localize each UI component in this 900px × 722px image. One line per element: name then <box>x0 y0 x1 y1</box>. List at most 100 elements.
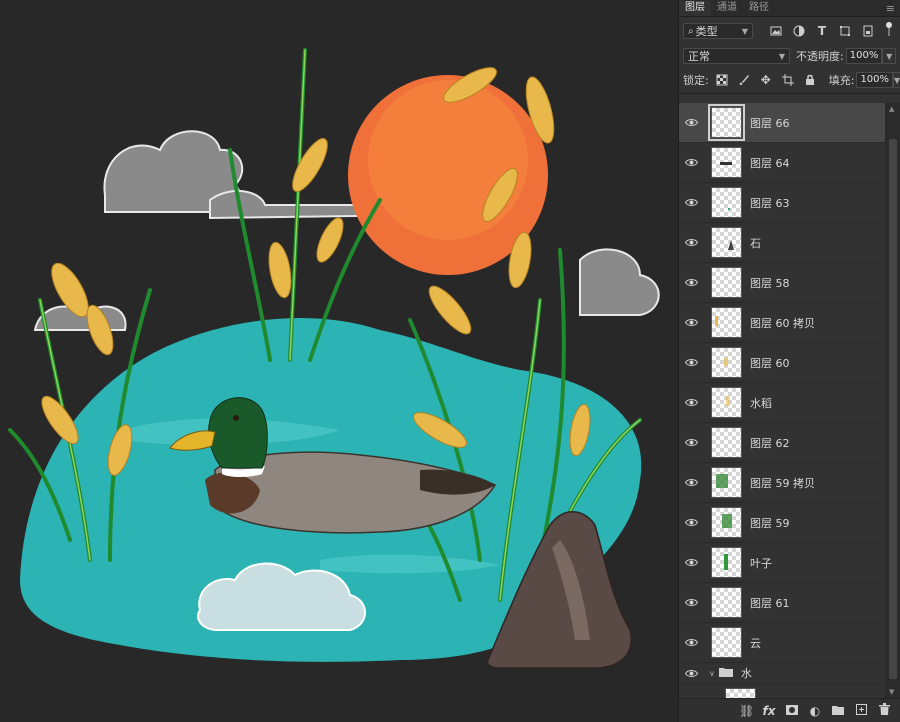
opacity-chevron-icon[interactable]: ▼ <box>882 48 896 64</box>
fill-label: 填充: <box>828 74 855 87</box>
eye-icon[interactable] <box>679 158 703 167</box>
text-filter-icon[interactable]: T <box>813 22 831 40</box>
layer-name: 图层 61 <box>750 596 790 610</box>
layer-row[interactable]: 图层 64 <box>679 143 885 183</box>
layer-group-row[interactable]: ∨ 水 <box>679 663 885 684</box>
layer-thumbnail <box>711 467 742 498</box>
scrollbar-thumb[interactable] <box>889 139 897 679</box>
eye-icon[interactable] <box>679 669 703 678</box>
blend-mode-select[interactable]: 正常 ▼ <box>683 48 791 64</box>
filter-toggle[interactable] <box>886 22 892 36</box>
layers-bottom-toolbar: ⛓ fx ◐ <box>679 698 900 722</box>
fx-icon[interactable]: fx <box>762 704 776 718</box>
eye-icon[interactable] <box>679 638 703 647</box>
lock-pixels-icon[interactable] <box>713 71 731 89</box>
layer-row[interactable]: 图层 61 <box>679 583 885 623</box>
layer-name: 图层 59 <box>750 516 790 530</box>
layer-name: 图层 62 <box>750 436 790 450</box>
tab-paths[interactable]: 路径 <box>743 1 775 16</box>
eye-icon[interactable] <box>679 438 703 447</box>
layer-thumbnail <box>711 547 742 578</box>
layer-name: 水稻 <box>750 396 772 410</box>
adjustment-icon[interactable]: ◐ <box>808 704 822 718</box>
lock-row: 锁定: ✥ 填充: 100% ▼ <box>679 67 900 94</box>
chevron-down-icon: ▼ <box>741 26 748 36</box>
layers-scrollbar[interactable]: ▲ ▼ <box>885 103 900 698</box>
fill-chevron-icon[interactable]: ▼ <box>893 72 900 88</box>
layer-name: 云 <box>750 636 761 650</box>
layer-name: 图层 64 <box>750 156 790 170</box>
layer-thumbnail <box>708 104 745 141</box>
lock-all-icon[interactable] <box>801 71 819 89</box>
eye-icon[interactable] <box>679 558 703 567</box>
layer-name: 叶子 <box>750 556 772 570</box>
layer-thumbnail <box>711 147 742 178</box>
layer-thumbnail <box>711 507 742 538</box>
layer-row[interactable]: 图层 59 <box>679 503 885 543</box>
layer-row[interactable]: 图层 59 拷贝 <box>679 463 885 503</box>
layer-row[interactable]: 叶子 <box>679 543 885 583</box>
eye-icon[interactable] <box>679 478 703 487</box>
layers-list: 图层 66 图层 64 图层 63 石图层 58 图层 60 拷贝图层 60 水稻图层 6… <box>679 103 885 698</box>
folder-icon[interactable] <box>831 704 845 718</box>
trash-icon[interactable] <box>877 703 891 718</box>
layer-name: 图层 63 <box>750 196 790 210</box>
group-name: 水 <box>740 667 752 680</box>
layer-row[interactable]: 图层 62 <box>679 423 885 463</box>
eye-icon[interactable] <box>679 318 703 327</box>
layer-thumbnail <box>711 347 742 378</box>
lock-artboard-icon[interactable] <box>779 71 797 89</box>
shape-filter-icon[interactable] <box>836 22 854 40</box>
lock-label: 锁定: <box>683 74 709 87</box>
layer-row[interactable]: 图层 63 <box>679 183 885 223</box>
layer-name: 图层 60 <box>750 356 790 370</box>
layers-panel: 图层 通道 路径 ≡ ⌕ 类型 ▼ T 正常 ▼ 不透明度: 100% ▼ 锁定… <box>678 0 900 722</box>
layer-thumbnail <box>711 587 742 618</box>
mask-icon[interactable] <box>785 704 799 718</box>
layer-thumbnail <box>725 688 756 698</box>
eye-icon[interactable] <box>679 278 703 287</box>
illustration-artwork <box>8 48 660 669</box>
eye-icon[interactable] <box>679 358 703 367</box>
fill-input[interactable]: 100% <box>856 72 894 88</box>
image-filter-icon[interactable] <box>767 22 785 40</box>
layer-row[interactable]: 图层 60 拷贝 <box>679 303 885 343</box>
link-icon[interactable]: ⛓ <box>739 704 754 718</box>
eye-icon[interactable] <box>679 238 703 247</box>
blend-row: 正常 ▼ 不透明度: 100% ▼ <box>679 45 900 67</box>
layer-row[interactable]: 图层 44 <box>679 684 885 698</box>
eye-icon[interactable] <box>679 598 703 607</box>
layer-name: 图层 59 拷贝 <box>750 476 815 490</box>
eye-icon[interactable] <box>679 118 703 127</box>
layer-name: 石 <box>750 236 761 250</box>
panel-tabs: 图层 通道 路径 ≡ <box>679 0 900 17</box>
layer-row[interactable]: 石 <box>679 223 885 263</box>
panel-menu-icon[interactable]: ≡ <box>886 2 895 16</box>
smart-filter-icon[interactable] <box>859 22 877 40</box>
lock-brush-icon[interactable] <box>735 71 753 89</box>
layer-row[interactable]: 图层 58 <box>679 263 885 303</box>
opacity-label: 不透明度: <box>796 50 844 63</box>
adjust-filter-icon[interactable] <box>790 22 808 40</box>
eye-icon[interactable] <box>679 518 703 527</box>
layer-thumbnail <box>711 427 742 458</box>
layer-thumbnail <box>711 227 742 258</box>
layer-row[interactable]: 图层 60 <box>679 343 885 383</box>
search-icon: ⌕ <box>688 25 694 37</box>
lock-move-icon[interactable]: ✥ <box>757 71 775 89</box>
new-layer-icon[interactable] <box>854 703 868 718</box>
document-canvas[interactable] <box>0 0 678 722</box>
layer-thumbnail <box>711 267 742 298</box>
eye-icon[interactable] <box>679 398 703 407</box>
layer-row[interactable]: 图层 66 <box>679 103 885 143</box>
layer-thumbnail <box>711 627 742 658</box>
tab-layers[interactable]: 图层 <box>679 1 711 16</box>
layer-row[interactable]: 水稻 <box>679 383 885 423</box>
layer-row[interactable]: 云 <box>679 623 885 663</box>
chevron-down-icon[interactable]: ∨ <box>709 669 715 678</box>
eye-icon[interactable] <box>679 198 703 207</box>
filter-kind-select[interactable]: ⌕ 类型 ▼ <box>683 23 753 39</box>
opacity-input[interactable]: 100% <box>845 48 883 64</box>
chevron-down-icon: ▼ <box>778 51 786 61</box>
tab-channels[interactable]: 通道 <box>711 1 743 16</box>
